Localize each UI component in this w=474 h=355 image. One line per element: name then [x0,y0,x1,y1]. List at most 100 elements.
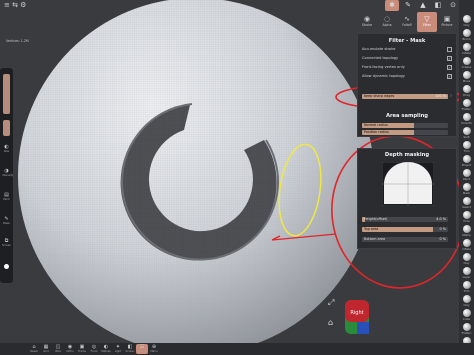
filter-icon: ▽ [424,15,430,23]
screen-icon[interactable]: ⧉ Screen [2,238,11,247]
bottom-label: Scene [138,350,146,353]
tool-select[interactable]: Select [460,196,473,210]
tool-clay[interactable]: Clay [460,294,473,308]
brush-sphere-icon [462,71,471,79]
bottom-scene[interactable]: ☰ Scene [136,344,148,354]
intensity-slider[interactable] [3,120,10,136]
depth-masking-title: Depth masking [384,152,430,158]
tool-project[interactable]: Project [460,154,473,168]
menu-icon[interactable]: ≡ ⇆ ⚙ [4,0,26,11]
normal-radius-slider[interactable]: Normal radius [362,123,448,128]
size-slider[interactable] [3,74,10,114]
bottom-label: Screen [125,350,135,353]
color-dot[interactable] [4,264,9,269]
keep-sharp-value: 100 % [435,94,446,98]
bottom-reset[interactable]: ⌂ Reset [28,344,40,354]
bottom-light[interactable]: ✦ Light [112,344,124,354]
top-area-label: Top area [364,227,379,231]
tool-label: Flatten [461,331,472,335]
tool-paint[interactable]: Paint [460,168,473,182]
top-area-slider[interactable]: Top area 0 % [362,227,448,232]
tab-label: Stroke [361,23,373,27]
help-icon[interactable]: ? [450,94,452,98]
bottom-grid[interactable]: ▦ Grid [40,344,52,354]
symmetry-icon[interactable]: ✱ [385,0,399,11]
vertex-info: Vertices: 1.2M [6,39,29,43]
intensity-icon[interactable]: ◑ Intensity [2,168,13,177]
filter-mask-panel: Filter - Mask Accumulate stroke Connecte… [357,33,457,137]
bottom-area-slider[interactable]: Bottom area 0 % [362,237,448,242]
pin-icon[interactable]: ⊙ [446,0,460,11]
brush-icon[interactable]: ▲ [416,0,430,11]
position-radius-slider[interactable]: Position radius [362,130,448,135]
bottom-ortho[interactable]: ◉ Ortho [64,344,76,354]
bottom-focal[interactable]: ◎ Focal [88,344,100,354]
tab-picture[interactable]: ▣ Picture [437,12,457,32]
tab-filter[interactable]: ▽ Filter [417,12,437,32]
brush-sphere-icon [462,43,471,51]
keep-sharp-slider[interactable]: Keep sharp edges 100 % [362,94,448,99]
brush-sphere-icon [462,239,471,247]
brush-sphere-icon [462,225,471,233]
tool-inflate[interactable]: Inflate [460,238,473,252]
home-icon[interactable]: ⌂ [328,318,333,327]
tool-layer[interactable]: Layer [460,266,473,280]
tool-crease[interactable]: Crease [460,56,473,70]
bottom-screen[interactable]: ◧ Screen [124,344,136,354]
dynamic-topology-checkbox[interactable]: ✓ [447,74,452,79]
tab-stroke[interactable]: ◉ Stroke [357,12,377,32]
mask-tool-icon[interactable]: ✎ Mask [2,216,11,225]
height-offset-slider[interactable]: Height(offset) 4.0 % [362,217,448,222]
front-facing-checkbox[interactable]: ✓ [447,65,452,70]
brush-sphere-icon [462,169,471,177]
tool-split[interactable]: Split [460,126,473,140]
gizmo-label: Right [350,310,363,316]
bottom-matcap[interactable]: ◐ Matcap [100,344,112,354]
orientation-gizmo[interactable]: Right [343,298,371,338]
pen-icon[interactable]: ✎ [401,0,415,11]
tool-stamp[interactable]: Stamp [460,224,473,238]
connected-topology-checkbox[interactable]: ✓ [447,56,452,61]
paint-label: Paint [3,198,10,201]
tool-label: Layer [462,275,471,279]
tab-alpha[interactable]: ◌ Alpha [377,12,397,32]
tool-flatten[interactable]: Flatten [460,322,473,336]
height-offset-label: Height(offset) [364,217,388,221]
brush-sphere-icon [462,155,471,163]
bottom-menu[interactable]: ⊕ Menu [148,344,160,354]
mask-icon[interactable]: ◧ [431,0,445,11]
tool-flatten[interactable]: Flatten [460,98,473,112]
tool-clay[interactable]: Clay [460,14,473,28]
tool-label: Split [463,135,470,139]
brush-sphere-icon [462,253,471,261]
bottom-wire[interactable]: ◫ Wire [52,344,64,354]
paint-icon[interactable]: ▤ Paint [2,192,11,201]
tool-brush[interactable]: Brush [460,28,473,42]
tool-label: Trim [463,289,470,293]
brush-sphere-icon [462,113,471,121]
tool-label: Clay [463,303,470,307]
tool-trim[interactable]: Trim [460,140,473,154]
tool-label: Move [462,79,471,83]
tool-move[interactable]: Move [460,70,473,84]
tool-inflate[interactable]: Inflate [460,42,473,56]
depth-curve-graph[interactable] [382,162,434,206]
tool-label: Clay [463,23,470,27]
brush-sphere-icon [462,57,471,65]
picture-icon: ▣ [443,15,451,23]
tool-cube[interactable]: Cube [460,308,473,322]
tool-trim[interactable]: Trim [460,280,473,294]
bottom-label: Menu [150,350,158,353]
bottom-label: Grid [43,350,49,353]
tool-hide[interactable]: Hide [460,210,473,224]
tool-smooth[interactable]: Smooth [460,112,473,126]
accumulate-stroke-label: Accumulate stroke [362,47,396,51]
tab-falloff[interactable]: ∿ Falloff [397,12,417,32]
fullscreen-icon[interactable]: ⤢ [328,298,334,308]
size-icon[interactable]: ◐ Size [2,144,11,153]
tool-clay[interactable]: Clay [460,252,473,266]
tool-drag[interactable]: Drag [460,84,473,98]
tool-mask[interactable]: Mask [460,182,473,196]
bottom-frame[interactable]: ▣ Frame [76,344,88,354]
accumulate-stroke-checkbox[interactable] [447,47,452,52]
